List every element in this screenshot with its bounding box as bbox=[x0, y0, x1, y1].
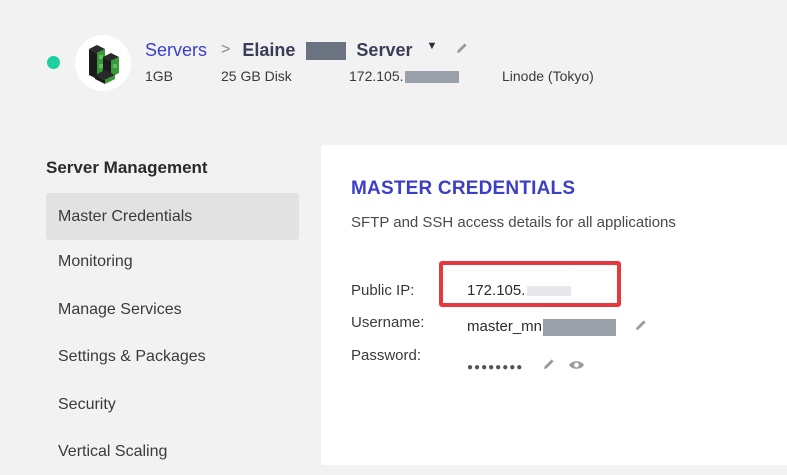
redacted-block bbox=[404, 71, 459, 84]
server-ip: 172.105. bbox=[349, 68, 459, 84]
server-provider: Linode (Tokyo) bbox=[502, 68, 594, 84]
username-text: master_mn bbox=[467, 318, 543, 335]
sidebar-item-monitoring[interactable]: Monitoring bbox=[46, 238, 299, 285]
panel-title: MASTER CREDENTIALS bbox=[351, 178, 576, 199]
sidebar-item-settings-packages[interactable]: Settings & Packages bbox=[46, 333, 299, 380]
breadcrumb: Servers > Elaine Server ▼ bbox=[145, 38, 469, 62]
redacted-block bbox=[306, 41, 347, 60]
server-ram: 1GB bbox=[145, 68, 174, 84]
sidebar-item-vertical-scaling[interactable]: Vertical Scaling bbox=[46, 428, 299, 475]
server-status-indicator bbox=[47, 56, 60, 69]
username-label: Username: bbox=[351, 314, 425, 331]
redacted-block bbox=[543, 318, 617, 336]
server-disk: 25 GB Disk bbox=[221, 68, 292, 84]
username-value[interactable]: master_mn bbox=[467, 318, 648, 336]
sidebar-item-manage-services[interactable]: Manage Services bbox=[46, 286, 299, 333]
public-ip-label: Public IP: bbox=[351, 282, 415, 299]
panel-subtitle: SFTP and SSH access details for all appl… bbox=[351, 214, 676, 231]
linode-logo-icon bbox=[75, 35, 131, 91]
password-label: Password: bbox=[351, 347, 422, 364]
pencil-icon[interactable] bbox=[634, 318, 648, 336]
pencil-icon[interactable] bbox=[455, 41, 469, 60]
sidebar-item-master-credentials[interactable]: Master Credentials bbox=[46, 193, 299, 240]
eye-icon[interactable] bbox=[568, 358, 585, 375]
password-text: ●●●●●●●● bbox=[467, 362, 524, 373]
server-ip-text: 172.105. bbox=[349, 68, 404, 84]
caret-down-icon[interactable]: ▼ bbox=[426, 40, 437, 52]
sidebar-title: Server Management bbox=[46, 158, 208, 177]
password-value[interactable]: ●●●●●●●● bbox=[467, 357, 585, 375]
server-name: Elaine Server bbox=[242, 40, 412, 61]
sidebar-item-security[interactable]: Security bbox=[46, 381, 299, 428]
breadcrumb-servers-link[interactable]: Servers bbox=[145, 40, 207, 61]
server-name-first: Elaine bbox=[242, 39, 296, 60]
public-ip-highlight-box bbox=[439, 261, 621, 307]
pencil-icon[interactable] bbox=[542, 357, 556, 375]
server-name-last: Server bbox=[356, 39, 413, 60]
breadcrumb-separator-icon: > bbox=[221, 41, 231, 58]
credentials-panel: MASTER CREDENTIALS SFTP and SSH access d… bbox=[321, 145, 787, 465]
